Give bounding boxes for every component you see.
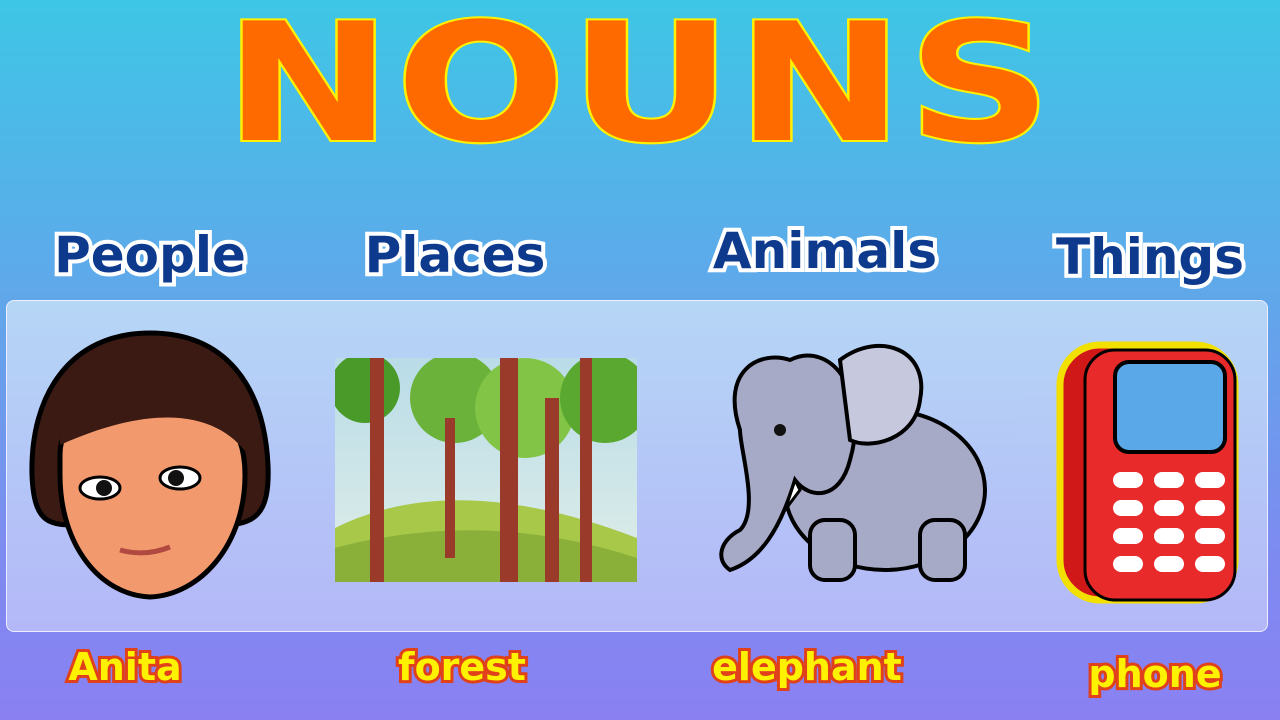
example-phone: phone	[1085, 649, 1224, 699]
example-forest: forest	[395, 642, 529, 692]
category-things: Things	[1052, 224, 1248, 290]
woman-face-icon	[29, 330, 271, 600]
example-anita: Anita	[65, 642, 184, 692]
category-places: Places	[361, 222, 550, 288]
mobile-phone-icon	[1056, 341, 1239, 604]
example-elephant: elephant	[709, 642, 905, 692]
category-animals: Animals	[709, 218, 941, 284]
page-title: NOUNS	[222, 0, 1056, 180]
elephant-icon	[719, 343, 987, 582]
category-people: People	[50, 222, 250, 288]
forest-scene-icon	[335, 358, 637, 582]
